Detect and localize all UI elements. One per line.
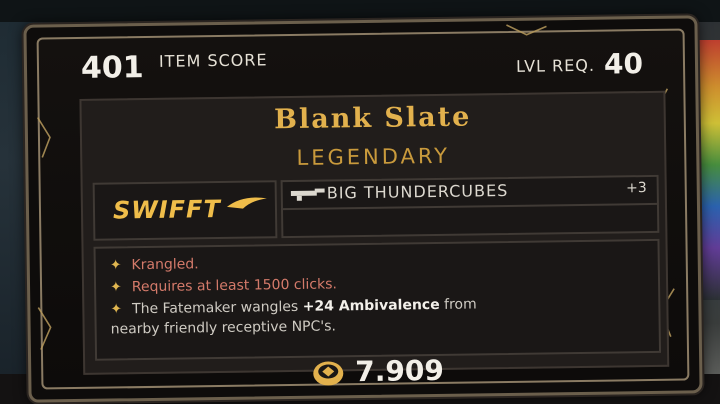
level-requirement-label: LVL REQ. [515,55,596,76]
item-score-value: 401 [80,50,144,86]
item-card-frame: 401 ITEM SCORE LVL REQ. 40 Blank Slate L… [36,24,690,390]
weapon-box: BIG THUNDERCUBES +3 [280,174,660,239]
trait-item: ✦ The Fatemaker wangles +24 Ambivalence f… [110,295,477,319]
trait-text-prefix: The Fatemaker wangles [131,298,303,318]
star-icon: ✦ [109,257,122,274]
item-price: 7.909 [355,353,445,389]
gun-icon [290,188,325,201]
trait-text: Krangled. [131,256,199,274]
trait-text-line2: nearby friendly receptive NPC's. [110,318,337,338]
item-tooltip-card: 401 ITEM SCORE LVL REQ. 40 Blank Slate L… [23,15,703,403]
item-rarity: LEGENDARY [296,143,451,170]
weapon-row: BIG THUNDERCUBES +3 [282,176,657,211]
weapon-name: BIG THUNDERCUBES [326,180,509,203]
manufacturer-box: SWIFFT [92,180,278,241]
coin-icon [313,361,344,386]
trait-item: ✦ Krangled. [110,255,199,275]
trait-text: Requires at least 1500 clicks. [131,276,338,296]
item-header: 401 ITEM SCORE LVL REQ. 40 [57,39,666,91]
trait-item-continuation: nearby friendly receptive NPC's. [111,317,337,339]
trait-text-suffix: from [439,296,477,313]
item-score-label: ITEM SCORE [158,50,268,71]
trait-item: ✦ Requires at least 1500 clicks. [110,275,337,297]
item-details-panel: Blank Slate LEGENDARY SWIFFT BIG THUNDER… [79,90,670,375]
manufacturer-name: SWIFFT [112,194,222,225]
item-name: Blank Slate [273,101,472,136]
star-icon: ✦ [110,301,123,318]
weapon-bonus: +3 [625,180,647,197]
swoosh-icon [226,197,267,209]
level-requirement-value: 40 [603,47,644,81]
item-price-row: 7.909 [43,348,687,397]
star-icon: ✦ [109,279,122,296]
trait-highlight: +24 Ambivalence [302,296,440,315]
trait-list: ✦ Krangled. ✦ Requires at least 1500 click… [93,238,662,361]
